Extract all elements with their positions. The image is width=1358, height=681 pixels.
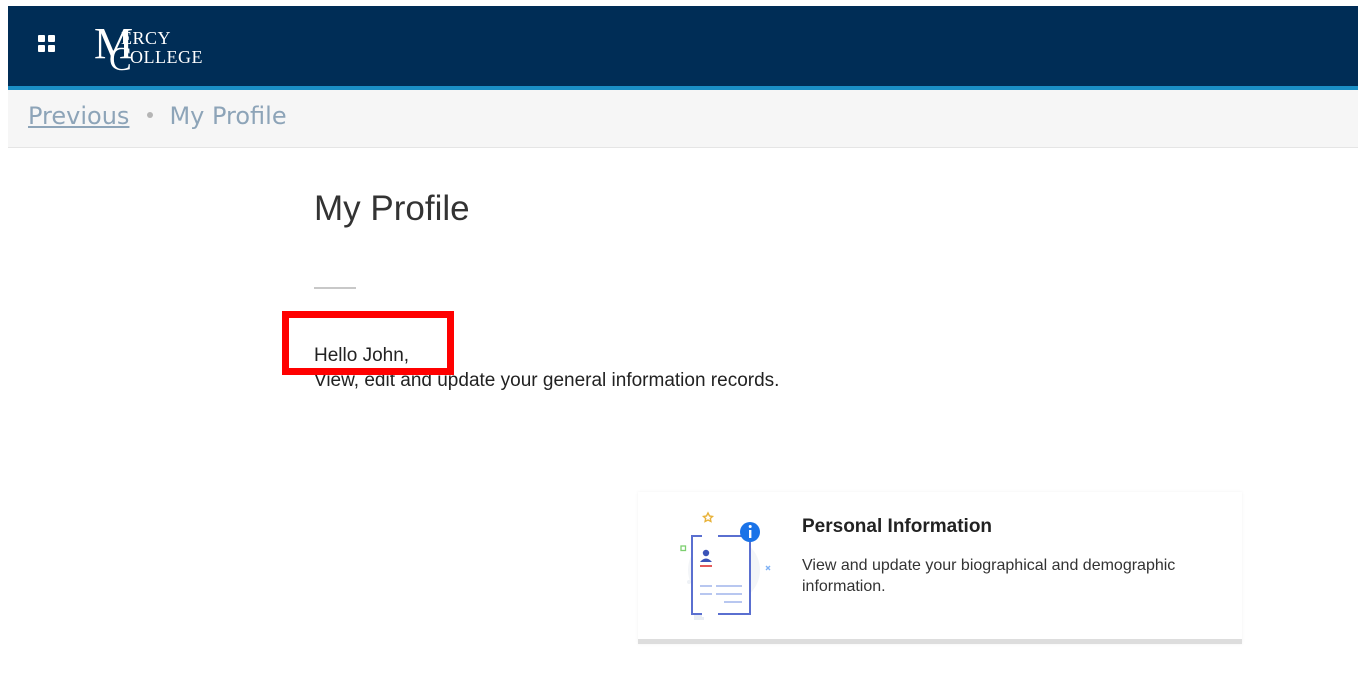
page: M ERCY C OLLEGE Previous My Profile My Pr… [0, 0, 1358, 681]
card-title: Personal Information [802, 516, 993, 537]
svg-text:OLLEGE: OLLEGE [130, 47, 203, 67]
highlight-box [282, 311, 454, 375]
mercy-college-logo[interactable]: M ERCY C OLLEGE [92, 14, 252, 78]
breadcrumb: Previous My Profile [28, 102, 287, 130]
breadcrumb-current: My Profile [169, 102, 287, 130]
page-title: My Profile [314, 189, 470, 228]
breadcrumb-separator-icon [147, 112, 154, 118]
personal-information-card[interactable]: Personal Information View and update you… [638, 492, 1242, 644]
apps-menu-icon[interactable] [38, 35, 58, 55]
title-divider [314, 287, 356, 289]
breadcrumb-bar: Previous My Profile [8, 90, 1358, 148]
card-description: View and update your biographical and de… [802, 557, 1176, 595]
svg-text:C: C [109, 41, 132, 78]
browser-frame: M ERCY C OLLEGE Previous My Profile My Pr… [8, 6, 1358, 681]
personal-information-icon [680, 511, 771, 620]
breadcrumb-previous-link[interactable]: Previous [28, 102, 129, 130]
app-header: M ERCY C OLLEGE [8, 6, 1358, 86]
